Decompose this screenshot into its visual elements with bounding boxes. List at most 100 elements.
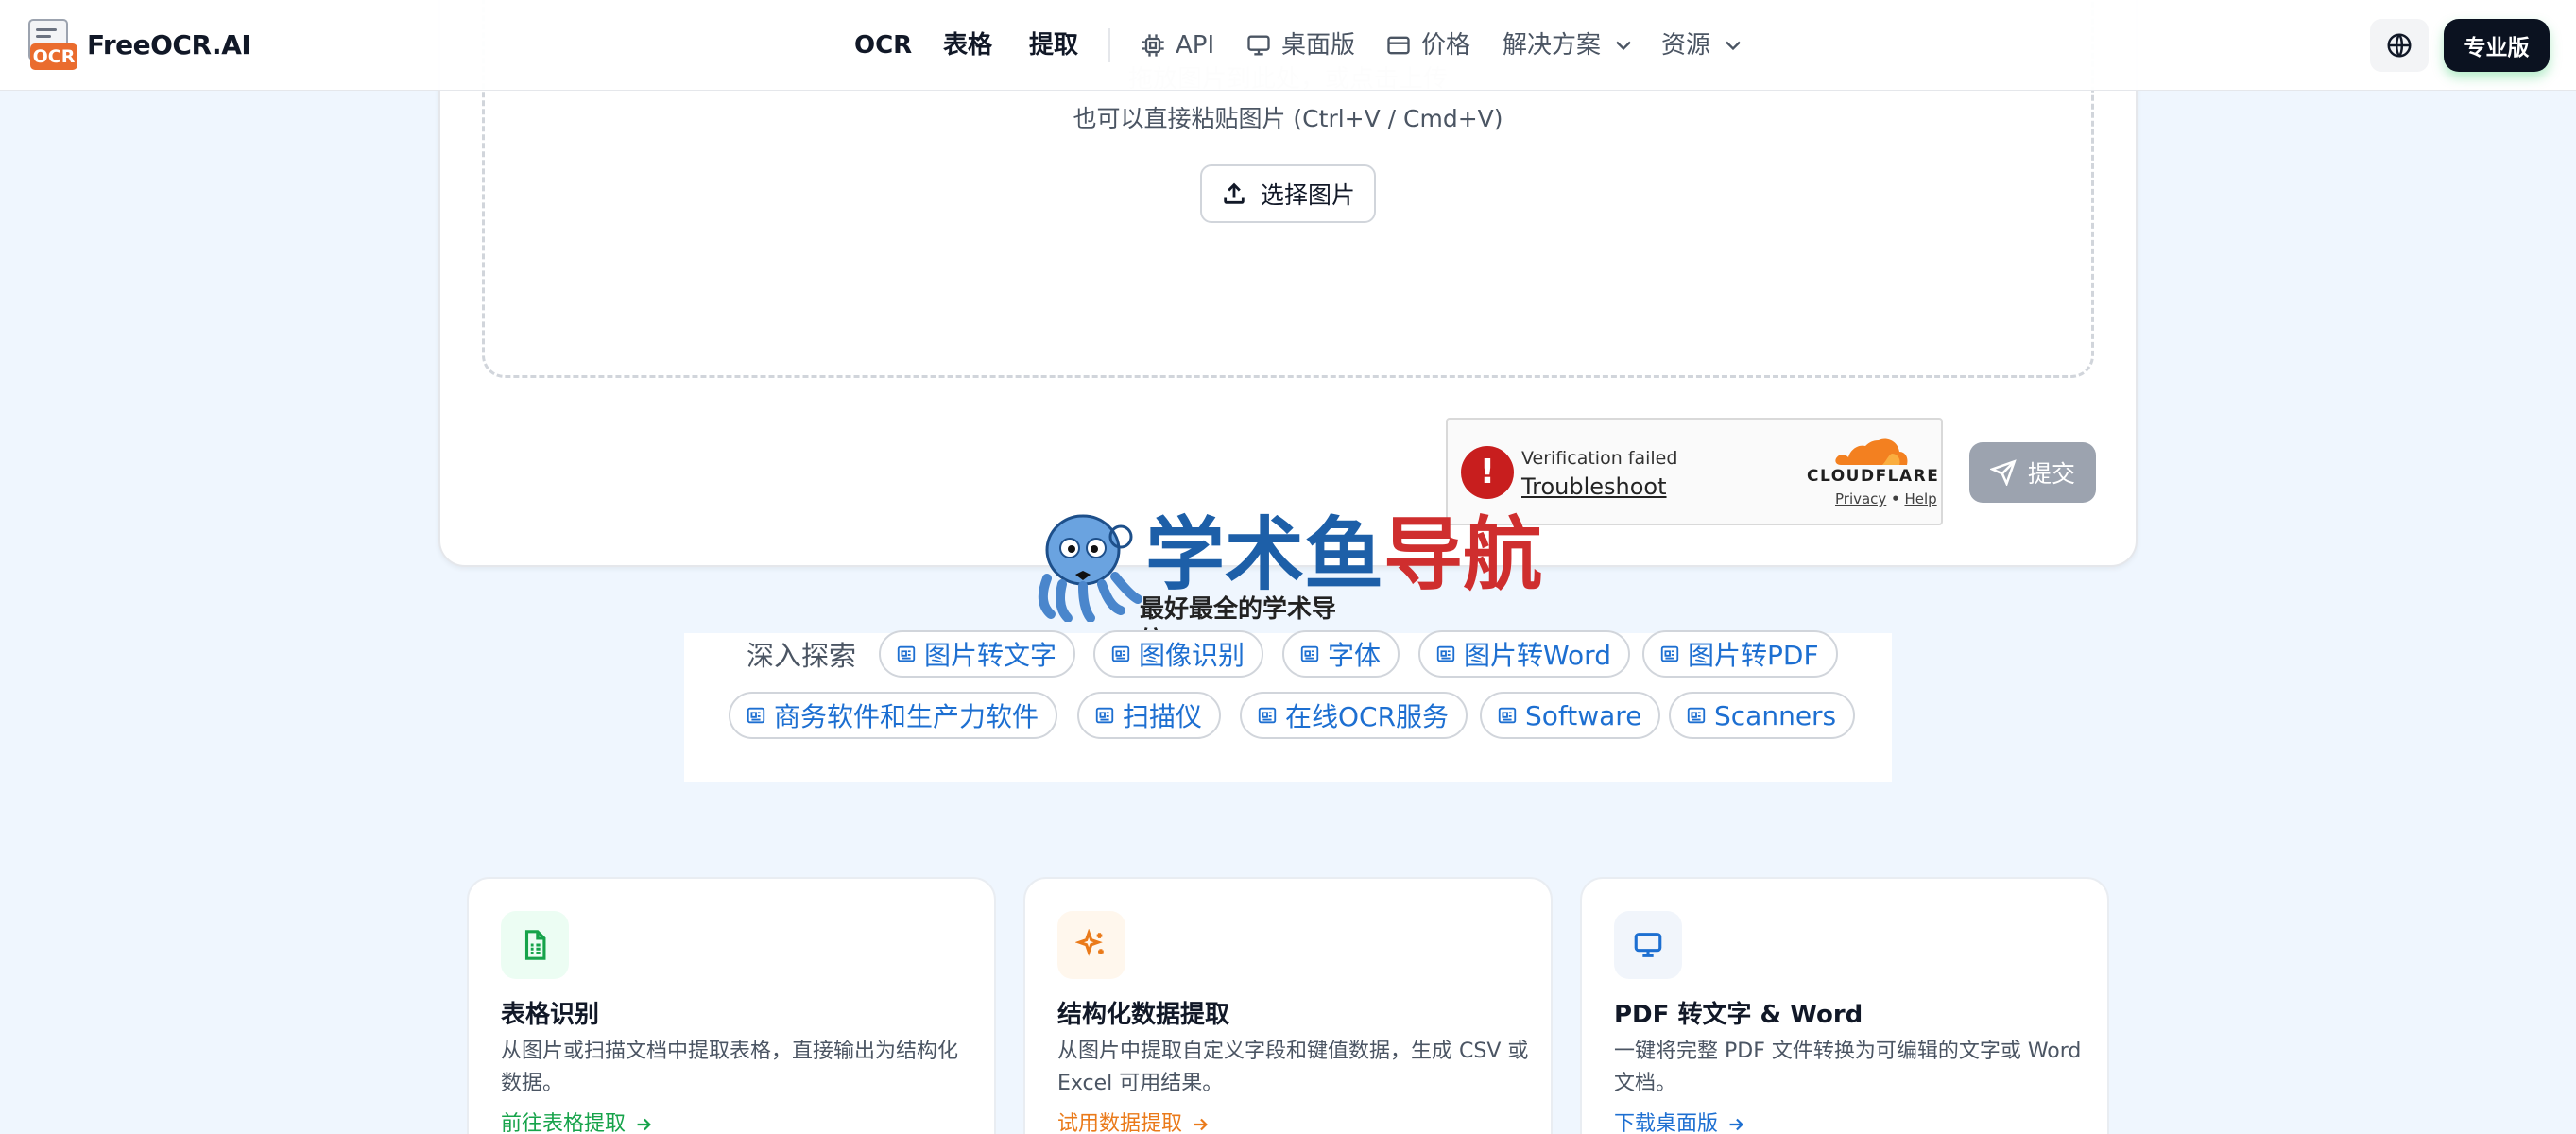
sparkles-icon xyxy=(1075,929,1104,956)
feature-desc: 从图片或扫描文档中提取表格，直接输出为结构化数据。 xyxy=(501,1040,959,1095)
article-icon xyxy=(1300,645,1319,662)
feature-card-pdf: PDF 转文字 & Word 一键将完整 PDF 文件转换为可编辑的文字或 Wo… xyxy=(1580,877,2109,1134)
article-icon xyxy=(897,645,916,662)
nav-resources[interactable]: 资源 xyxy=(1661,26,1746,64)
feature-card-extract: 结构化数据提取 从图片中提取自定义字段和键值数据，生成 CSV 或 Excel … xyxy=(1023,877,1553,1134)
choose-image-button[interactable]: 选择图片 xyxy=(1200,164,1376,223)
explore-tag[interactable]: 扫描仪 xyxy=(1077,692,1222,739)
nav-pricing-label: 价格 xyxy=(1421,31,1471,60)
explore-tag[interactable]: 图片转文字 xyxy=(879,630,1076,678)
watermark-overlay: 学术鱼导航 最好最全的学术导航:xueshuyu.com xyxy=(1028,503,1548,656)
choose-image-label: 选择图片 xyxy=(1260,181,1355,209)
feature-link[interactable]: 下载桌面版 xyxy=(1614,1109,1746,1134)
error-icon: ! xyxy=(1461,446,1514,499)
submit-button[interactable]: 提交 xyxy=(1969,442,2096,503)
nav-solutions[interactable]: 解决方案 xyxy=(1503,26,1637,64)
article-icon xyxy=(1660,645,1679,662)
nav-ocr[interactable]: OCR xyxy=(854,26,912,64)
nav-table[interactable]: 表格 xyxy=(943,26,992,64)
chevron-down-icon xyxy=(1726,41,1741,51)
help-link[interactable]: Help xyxy=(1904,490,1936,507)
watermark-title-red: 导航 xyxy=(1383,508,1543,601)
feature-icon-box xyxy=(1614,911,1682,979)
feature-link[interactable]: 试用数据提取 xyxy=(1057,1109,1211,1134)
feature-icon-box xyxy=(1057,911,1125,979)
explore-tag-label: 图片转PDF xyxy=(1688,640,1819,671)
nav-extract[interactable]: 提取 xyxy=(1029,26,1078,64)
nav-solutions-label: 解决方案 xyxy=(1503,31,1602,60)
nav-desktop-label: 桌面版 xyxy=(1281,31,1356,60)
explore-tag[interactable]: 图像识别 xyxy=(1093,630,1264,678)
feature-title: 表格识别 xyxy=(501,1001,600,1029)
troubleshoot-link[interactable]: Troubleshoot xyxy=(1521,471,1667,503)
article-icon xyxy=(1258,707,1277,724)
link-separator: • xyxy=(1891,490,1900,507)
explore-tag[interactable]: Scanners xyxy=(1669,692,1856,739)
logo-badge: OCR xyxy=(30,43,77,70)
article-icon xyxy=(1498,707,1517,724)
send-icon xyxy=(1989,459,2017,486)
explore-tag-label: 图片转文字 xyxy=(924,640,1057,671)
submit-label: 提交 xyxy=(2027,460,2075,488)
explore-tag-label: 字体 xyxy=(1328,640,1382,671)
octopus-mascot-icon xyxy=(1038,514,1142,622)
chevron-down-icon xyxy=(1616,41,1631,51)
logo[interactable]: OCR xyxy=(28,19,77,70)
explore-tag-label: 扫描仪 xyxy=(1123,701,1203,732)
feature-card-table: 表格识别 从图片或扫描文档中提取表格，直接输出为结构化数据。 前往表格提取 xyxy=(467,877,996,1134)
feature-desc: 从图片中提取自定义字段和键值数据，生成 CSV 或 Excel 可用结果。 xyxy=(1057,1040,1529,1095)
explore-tag[interactable]: 商务软件和生产力软件 xyxy=(729,692,1058,739)
upload-icon xyxy=(1224,182,1245,204)
nav-desktop[interactable]: 桌面版 xyxy=(1245,26,1355,64)
watermark-title-blue: 学术鱼 xyxy=(1145,508,1384,601)
watermark-title: 学术鱼导航 xyxy=(1145,503,1542,607)
article-icon xyxy=(1436,645,1455,662)
privacy-link[interactable]: Privacy xyxy=(1835,490,1886,507)
explore-tag[interactable]: 图片转Word xyxy=(1418,630,1630,678)
captcha-links: Privacy • Help xyxy=(1835,490,1937,508)
arrow-right-icon xyxy=(1729,1118,1743,1131)
explore-tag[interactable]: 图片转PDF xyxy=(1642,630,1838,678)
article-icon xyxy=(1687,707,1706,724)
nav-divider xyxy=(1108,28,1110,62)
nav-api[interactable]: API xyxy=(1140,26,1214,64)
explore-tag[interactable]: 字体 xyxy=(1282,630,1400,678)
explore-tag[interactable]: Software xyxy=(1480,692,1661,739)
article-icon xyxy=(747,707,765,724)
top-navbar: OCR FreeOCR.AI OCR 表格 提取 API 桌面版 价格 解决方案… xyxy=(0,0,2576,91)
credit-card-icon xyxy=(1387,36,1410,55)
monitor-icon xyxy=(1247,35,1270,56)
arrow-right-icon xyxy=(1194,1118,1208,1131)
feature-icon-box xyxy=(501,911,569,979)
feature-desc: 一键将完整 PDF 文件转换为可编辑的文字或 Word 文档。 xyxy=(1614,1040,2082,1095)
explore-tag-label: Software xyxy=(1525,699,1642,731)
brand-name[interactable]: FreeOCR.AI xyxy=(87,26,251,64)
monitor-icon xyxy=(1634,933,1662,957)
globe-icon xyxy=(2387,33,2412,58)
arrow-right-icon xyxy=(637,1118,651,1131)
explore-tag-label: 商务软件和生产力软件 xyxy=(774,701,1039,732)
nav-api-label: API xyxy=(1176,31,1215,60)
language-button[interactable] xyxy=(2370,19,2429,72)
feature-title: PDF 转文字 & Word xyxy=(1614,1001,1863,1029)
chip-icon xyxy=(1142,34,1164,57)
feature-link-label: 下载桌面版 xyxy=(1614,1112,1719,1134)
explore-tag[interactable]: 在线OCR服务 xyxy=(1240,692,1468,739)
nav-pricing[interactable]: 价格 xyxy=(1385,26,1470,64)
explore-tag-label: 图像识别 xyxy=(1139,640,1245,671)
pro-button[interactable]: 专业版 xyxy=(2444,19,2550,72)
explore-tag-label: 图片转Word xyxy=(1464,640,1611,671)
explore-tag-label: 在线OCR服务 xyxy=(1285,701,1450,732)
feature-link[interactable]: 前往表格提取 xyxy=(501,1109,654,1134)
cloudflare-brand: CLOUDFLARE xyxy=(1807,467,1940,486)
feature-link-label: 试用数据提取 xyxy=(1057,1112,1183,1134)
explore-label: 深入探索 xyxy=(747,640,857,672)
feature-link-label: 前往表格提取 xyxy=(501,1112,627,1134)
table-file-icon xyxy=(524,930,546,960)
article-icon xyxy=(1111,645,1130,662)
article-icon xyxy=(1095,707,1114,724)
feature-title: 结构化数据提取 xyxy=(1057,1001,1230,1029)
explore-tag-label: Scanners xyxy=(1714,699,1837,731)
captcha-status: Verification failed xyxy=(1521,448,1678,469)
paste-hint: 也可以直接粘贴图片 (Ctrl+V / Cmd+V) xyxy=(1073,105,1503,132)
